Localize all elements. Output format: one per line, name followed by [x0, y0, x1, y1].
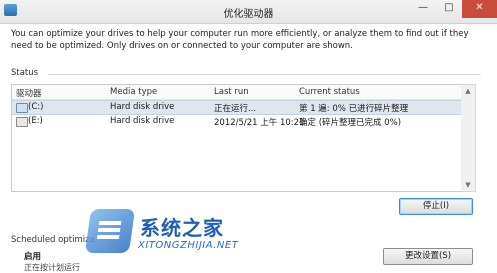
watermark: 系统之家 XITONGZHIJIA.NET [84, 209, 268, 261]
drives-table: 驱动器 Media type Last run Current status (… [11, 84, 472, 192]
last-run: 正在运行... [214, 104, 257, 114]
drive-name: (C:) [28, 102, 44, 112]
column-header-media-type[interactable]: Media type [110, 87, 157, 97]
table-row[interactable]: (E:) Hard disk drive 2012/5/21 上午 10:21 … [12, 115, 471, 128]
column-header-drive[interactable]: 驱动器 [16, 87, 42, 99]
last-run: 2012/5/21 上午 10:21 [214, 118, 305, 128]
status-divider [48, 74, 481, 75]
status-section-label: Status [11, 68, 39, 78]
media-type: Hard disk drive [110, 116, 175, 126]
maximize-button[interactable]: □ [436, 0, 462, 18]
change-settings-button[interactable]: 更改设置(S) [383, 248, 473, 265]
close-button[interactable]: ✕ [462, 0, 497, 18]
watermark-logo-icon [84, 209, 136, 253]
schedule-enabled-label: 启用 [24, 252, 42, 262]
column-header-last-run[interactable]: Last run [214, 87, 249, 97]
media-type: Hard disk drive [110, 102, 175, 112]
drive-icon [16, 117, 28, 127]
title-bar: 优化驱动器 — □ ✕ [0, 0, 497, 24]
scroll-down-icon[interactable]: ▼ [461, 179, 475, 191]
intro-text: You can optimize your drives to help you… [11, 29, 469, 51]
minimize-button[interactable]: — [410, 0, 436, 18]
current-status: 第 1 遍: 0% 已进行碎片整理 [299, 104, 409, 114]
table-scrollbar[interactable]: ▲ ▼ [461, 84, 476, 192]
watermark-url: XITONGZHIJIA.NET [138, 240, 239, 251]
hard-drive-icon [16, 103, 28, 113]
scheduled-optimization-label: Scheduled optimiza [11, 235, 95, 245]
column-header-current-status[interactable]: Current status [299, 87, 360, 97]
table-header: 驱动器 Media type Last run Current status [12, 85, 471, 100]
stop-button[interactable]: 停止(I) [399, 198, 473, 215]
current-status: 确定 (碎片整理已完成 0%) [299, 118, 402, 128]
drive-name: (E:) [28, 116, 43, 126]
table-row[interactable]: (C:) Hard disk drive 正在运行... 第 1 遍: 0% 已… [12, 100, 471, 115]
schedule-frequency-text: 正在按计划运行 [24, 263, 80, 272]
scroll-up-icon[interactable]: ▲ [461, 85, 475, 97]
watermark-title: 系统之家 [140, 216, 224, 240]
